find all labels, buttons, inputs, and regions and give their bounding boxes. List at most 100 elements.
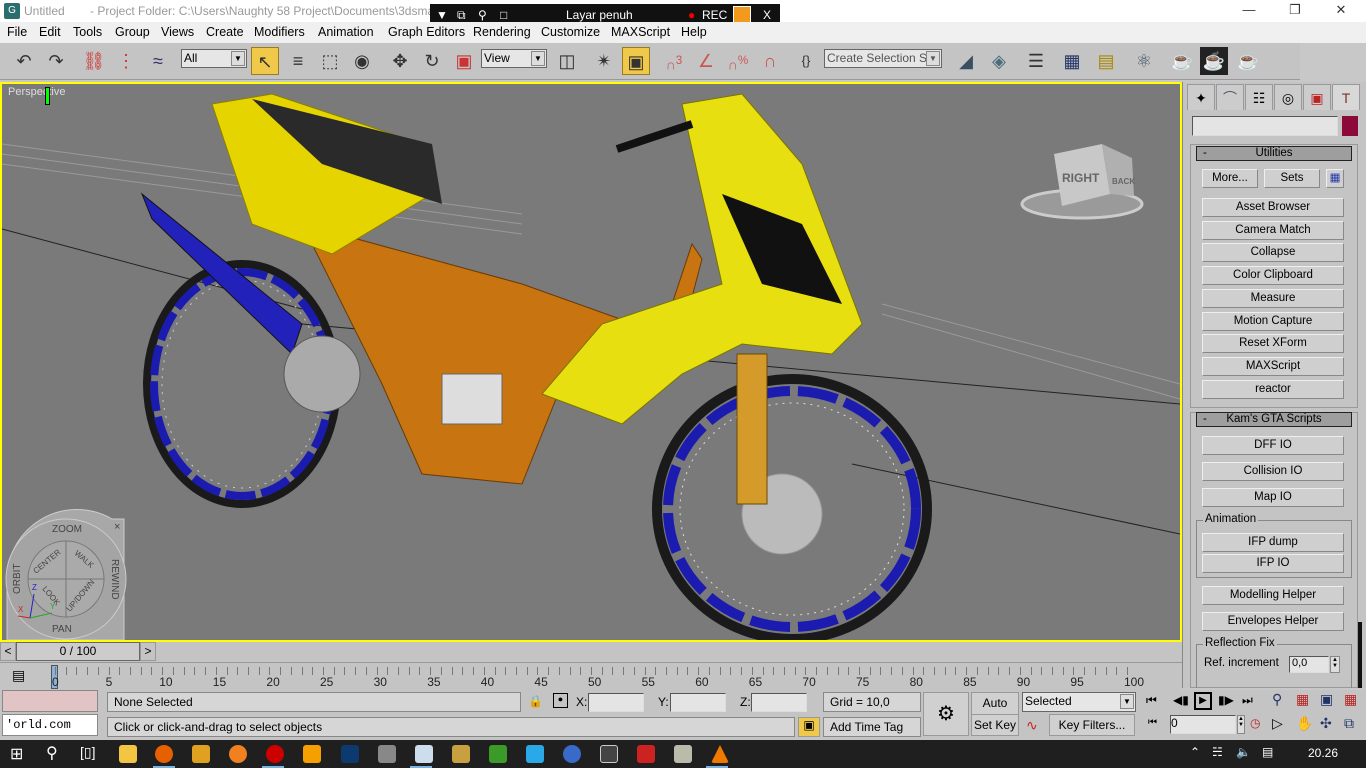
app-ring-icon[interactable] xyxy=(563,745,581,763)
y-coordinate-input[interactable] xyxy=(670,693,726,712)
key-mode-dropdown[interactable]: Selected ▼ xyxy=(1022,692,1136,712)
viewport-label[interactable]: Perspective xyxy=(8,86,65,98)
ifp-io-button[interactable]: IFP IO xyxy=(1202,554,1344,573)
unlink-icon[interactable]: ⋮ xyxy=(112,47,140,75)
viewcube[interactable]: RIGHT BACK xyxy=(1020,144,1144,220)
menu-create[interactable]: Create xyxy=(206,25,244,39)
zoom-extents-icon[interactable]: ▣ xyxy=(1320,691,1333,708)
wheel-pan[interactable]: PAN xyxy=(52,624,72,635)
previous-frame-icon[interactable]: ◀▮ xyxy=(1173,693,1189,707)
angle-snap-icon[interactable]: ∠ xyxy=(692,47,720,75)
quick-render-icon[interactable]: ☕ xyxy=(1234,47,1262,75)
key-filters-button[interactable]: Key Filters... xyxy=(1049,714,1135,736)
pivot-center-icon[interactable]: ◫ xyxy=(553,47,581,75)
spinner-snap-icon[interactable]: ∩ xyxy=(756,47,784,75)
pan-hand-icon[interactable]: ✋ xyxy=(1296,715,1313,732)
maximize-button[interactable]: ❐ xyxy=(1280,2,1310,18)
menu-rendering[interactable]: Rendering xyxy=(473,25,531,39)
ref-increment-input[interactable]: 0,0 xyxy=(1289,656,1329,673)
ifp-dump-button[interactable]: IFP dump xyxy=(1202,533,1344,552)
x-coordinate-input[interactable] xyxy=(588,693,644,712)
download-app-icon[interactable] xyxy=(637,745,655,763)
file-explorer-icon[interactable] xyxy=(119,745,137,763)
menu-modifiers[interactable]: Modifiers xyxy=(254,25,305,39)
utilities-rollout-header[interactable]: - Utilities xyxy=(1196,146,1352,161)
audio-editor-icon[interactable] xyxy=(600,745,618,763)
camera-icon[interactable] xyxy=(733,6,751,23)
app-z-icon[interactable] xyxy=(192,745,210,763)
clock[interactable]: 20.26 xyxy=(1308,746,1338,760)
motion-tab-icon[interactable]: ◎ xyxy=(1274,84,1302,110)
align-icon[interactable]: ◈ xyxy=(985,47,1013,75)
hierarchy-tab-icon[interactable]: ☷ xyxy=(1245,84,1273,110)
envelopes-helper-button[interactable]: Envelopes Helper xyxy=(1202,612,1344,631)
time-configuration-icon[interactable]: ◷ xyxy=(1250,716,1260,730)
maximize-viewport-icon[interactable]: ⧉ xyxy=(1344,715,1354,732)
percent-snap-icon[interactable]: ∩% xyxy=(724,47,752,75)
wifi-icon[interactable]: ☵ xyxy=(1212,745,1223,759)
reset-xform-button[interactable]: Reset XForm xyxy=(1202,334,1344,353)
absolute-mode-icon[interactable]: ● xyxy=(553,693,568,708)
motorcycle-model[interactable]: RIGHT BACK ZOOM PAN ORBIT REWIND CENTER … xyxy=(2,84,1180,640)
reference-coordinate-dropdown[interactable]: View ▼ xyxy=(481,49,547,68)
display-tab-icon[interactable]: ▣ xyxy=(1303,84,1331,110)
select-object-icon[interactable]: ↖ xyxy=(251,47,279,75)
color-clipboard-button[interactable]: Color Clipboard xyxy=(1202,266,1344,285)
rec-button[interactable]: REC xyxy=(702,8,727,22)
zoom-icon[interactable]: ⚲ xyxy=(1272,691,1282,708)
menu-maxscript[interactable]: MAXScript xyxy=(611,25,670,39)
next-frame-icon[interactable]: ▮▶ xyxy=(1218,693,1234,707)
app-v-icon[interactable] xyxy=(303,745,321,763)
minimize-button[interactable]: — xyxy=(1234,2,1264,17)
link-icon[interactable]: ⛓ xyxy=(80,47,108,75)
image-app-icon[interactable] xyxy=(452,745,470,763)
next-frame-button[interactable]: > xyxy=(140,642,156,661)
camtasia-icon[interactable] xyxy=(489,745,507,763)
open-mini-curve-editor-icon[interactable]: ▤ xyxy=(12,667,25,684)
zoom-all-icon[interactable]: ▦ xyxy=(1296,691,1309,708)
maxscript-button[interactable]: MAXScript xyxy=(1202,357,1344,376)
more-button[interactable]: More... xyxy=(1202,169,1258,188)
ref-increment-spinner[interactable]: ▲ ▼ xyxy=(1330,656,1340,673)
select-manipulate-icon[interactable]: ✴ xyxy=(590,47,618,75)
window-icon[interactable]: ⧉ xyxy=(457,8,466,23)
menu-edit[interactable]: Edit xyxy=(39,25,61,39)
blender-icon[interactable] xyxy=(229,745,247,763)
steering-wheel[interactable]: ZOOM PAN ORBIT REWIND CENTER WALK LOOK U… xyxy=(5,509,127,640)
windows-start-icon[interactable]: ⊞ xyxy=(10,744,23,764)
task-view-icon[interactable]: [▯] xyxy=(80,744,95,761)
region-icon[interactable]: □ xyxy=(500,8,507,22)
set-key-button[interactable]: Set Key xyxy=(971,714,1019,736)
menu-animation[interactable]: Animation xyxy=(318,25,374,39)
material-editor-icon[interactable]: ⚛ xyxy=(1130,47,1158,75)
menu-help[interactable]: Help xyxy=(681,25,707,39)
named-selection-set-dropdown[interactable]: Create Selection Set ▼ xyxy=(824,49,942,68)
show-hidden-icons-icon[interactable]: ⌃ xyxy=(1190,745,1200,759)
modelling-helper-button[interactable]: Modelling Helper xyxy=(1202,586,1344,605)
set-keys-key-icon[interactable]: ⚙ xyxy=(923,692,969,736)
wheel-zoom[interactable]: ZOOM xyxy=(52,524,82,535)
reactor-button[interactable]: reactor xyxy=(1202,380,1344,399)
magnifier-icon[interactable]: ⚲ xyxy=(478,8,487,22)
perspective-viewport[interactable]: RIGHT BACK ZOOM PAN ORBIT REWIND CENTER … xyxy=(0,82,1182,642)
volume-icon[interactable]: 🔈 xyxy=(1236,745,1251,759)
play-icon[interactable]: ▶ xyxy=(1194,692,1212,710)
menu-file[interactable]: File xyxy=(7,25,27,39)
selection-filter-dropdown[interactable]: All ▼ xyxy=(181,49,247,68)
recorder-app-icon[interactable] xyxy=(266,745,284,763)
object-color-swatch[interactable] xyxy=(1342,116,1358,136)
motion-capture-button[interactable]: Motion Capture xyxy=(1202,312,1344,331)
measure-button[interactable]: Measure xyxy=(1202,289,1344,308)
current-frame-input[interactable]: 0 xyxy=(1170,715,1236,734)
zoom-extents-all-icon[interactable]: ▦ xyxy=(1344,691,1357,708)
prev-frame-button[interactable]: < xyxy=(0,642,16,661)
panel-scrollbar[interactable] xyxy=(1358,622,1362,688)
photoshop-icon[interactable] xyxy=(341,745,359,763)
bind-space-warp-icon[interactable]: ≈ xyxy=(144,47,172,75)
create-tab-icon[interactable]: ✦ xyxy=(1187,84,1215,110)
wheel-orbit[interactable]: ORBIT xyxy=(12,563,23,594)
dff-io-button[interactable]: DFF IO xyxy=(1202,436,1344,455)
viewcube-back-face[interactable]: BACK xyxy=(1112,177,1135,186)
viewcube-right-face[interactable]: RIGHT xyxy=(1062,171,1100,185)
modify-tab-icon[interactable]: ⌒ xyxy=(1216,84,1244,110)
